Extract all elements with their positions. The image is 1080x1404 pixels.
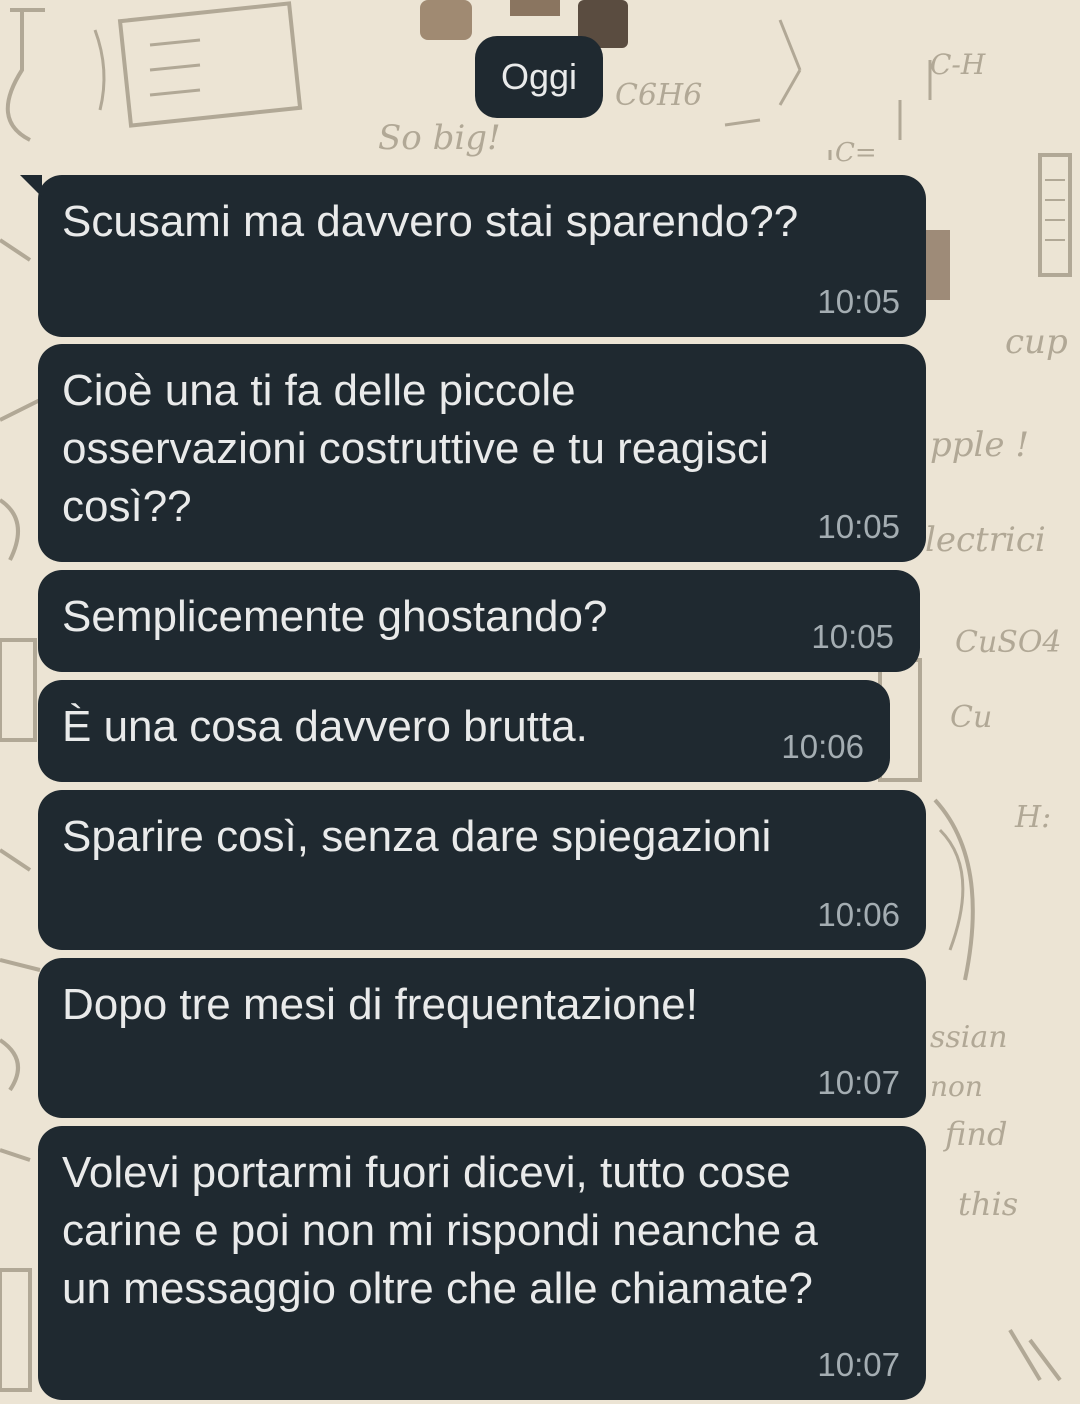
wallpaper-doodle-text: cup: [1005, 322, 1068, 362]
message-bubble[interactable]: Semplicemente ghostando? 10:05: [38, 570, 920, 672]
message-bubble[interactable]: Volevi portarmi fuori dicevi, tutto cose…: [38, 1126, 926, 1400]
message-text: Volevi portarmi fuori dicevi, tutto cose…: [62, 1148, 818, 1313]
wallpaper-doodle-text: non: [930, 1070, 983, 1103]
bubble-tail: [20, 175, 42, 197]
wallpaper-doodle-text: ssian: [930, 1020, 1008, 1055]
message-time: 10:06: [781, 728, 864, 765]
wallpaper-doodle-text: find: [945, 1115, 1008, 1153]
message-bubble[interactable]: Scusami ma davvero stai sparendo?? 10:05: [20, 175, 926, 337]
message-text: Cioè una ti fa delle piccole osservazion…: [62, 366, 769, 531]
message-text: Scusami ma davvero stai sparendo??: [62, 197, 799, 246]
message-text: Semplicemente ghostando?: [62, 592, 608, 641]
message-text: Dopo tre mesi di frequentazione!: [62, 980, 698, 1029]
wallpaper-doodle-text: CuSO4: [955, 625, 1062, 660]
message-bubble[interactable]: Cioè una ti fa delle piccole osservazion…: [38, 344, 926, 562]
message-text: È una cosa davvero brutta.: [62, 702, 588, 751]
message-time: 10:07: [817, 1064, 900, 1101]
wallpaper-doodle-text: H:: [1015, 800, 1052, 835]
wallpaper-doodle-text: this: [958, 1185, 1019, 1223]
wallpaper-doodle-text: C-H: [930, 48, 986, 81]
wallpaper-doodle-text: pple !: [930, 425, 1029, 465]
message-bubble[interactable]: Sparire così, senza dare spiegazioni 10:…: [38, 790, 926, 950]
message-time: 10:05: [817, 508, 900, 545]
wallpaper-doodle-text: Cu: [950, 700, 993, 735]
wallpaper-doodle-text: So big!: [378, 118, 501, 158]
message-time: 10:05: [817, 283, 900, 320]
message-time: 10:06: [817, 896, 900, 933]
wallpaper-doodle-text: lectrici: [925, 520, 1046, 560]
message-bubble[interactable]: È una cosa davvero brutta. 10:06: [38, 680, 890, 782]
date-separator: Oggi: [475, 36, 603, 118]
date-label: Oggi: [500, 56, 578, 97]
wallpaper-doodle-text: C=: [835, 138, 877, 168]
wallpaper-doodle-text: C6H6: [615, 78, 703, 113]
message-text: Sparire così, senza dare spiegazioni: [62, 812, 772, 861]
message-bubble[interactable]: Dopo tre mesi di frequentazione! 10:07: [38, 958, 926, 1118]
message-time: 10:05: [811, 618, 894, 655]
message-time: 10:07: [817, 1346, 900, 1383]
